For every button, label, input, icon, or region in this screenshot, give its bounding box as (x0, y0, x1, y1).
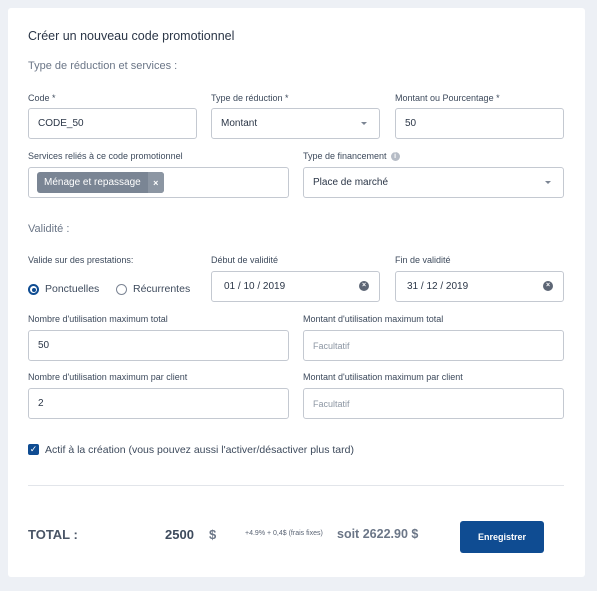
radio-ponctuelles-label[interactable]: Ponctuelles (45, 283, 99, 295)
total-value: 2500 (165, 527, 194, 542)
financing-label: Type de financement i (303, 151, 400, 162)
amount-label: Montant ou Pourcentage * (395, 93, 500, 103)
radio-recurrentes[interactable] (116, 284, 127, 295)
clear-icon[interactable]: × (543, 281, 553, 291)
code-value: CODE_50 (38, 118, 84, 129)
grand-total: soit 2622.90 $ (337, 527, 418, 541)
total-label: TOTAL : (28, 527, 78, 542)
save-button[interactable]: Enregistrer (460, 521, 544, 553)
end-date-input[interactable]: 31 / 12 / 2019 × (395, 271, 564, 302)
end-date-label: Fin de validité (395, 255, 451, 265)
max-amount-total-label: Montant d'utilisation maximum total (303, 314, 444, 324)
info-icon[interactable]: i (390, 152, 400, 162)
radio-ponctuelles[interactable] (28, 284, 39, 295)
max-uses-total-value: 50 (38, 340, 50, 351)
form-title: Créer un nouveau code promotionnel (28, 29, 235, 43)
active-checkbox[interactable]: ✓ (28, 444, 39, 455)
section-validity-title: Validité : (28, 223, 70, 235)
section-discount-title: Type de réduction et services : (28, 60, 178, 72)
clear-icon[interactable]: × (359, 281, 369, 291)
service-chip: Ménage et repassage × (37, 172, 164, 193)
max-uses-total-input[interactable]: 50 (28, 330, 289, 361)
active-checkbox-label[interactable]: Actif à la création (vous pouvez aussi l… (45, 444, 354, 456)
start-date-value: 01 / 10 / 2019 (224, 281, 286, 292)
divider (28, 485, 564, 486)
chip-close-icon[interactable]: × (147, 172, 164, 193)
discount-type-value: Montant (221, 118, 258, 129)
soit-text: soit (337, 527, 360, 541)
max-uses-client-label: Nombre d'utilisation maximum par client (28, 372, 188, 382)
start-date-input[interactable]: 01 / 10 / 2019 × (211, 271, 380, 302)
discount-type-label: Type de réduction * (211, 93, 289, 103)
max-amount-total-placeholder: Facultatif (313, 340, 350, 351)
total-currency: $ (209, 527, 217, 542)
code-input[interactable]: CODE_50 (28, 108, 197, 139)
service-chip-label: Ménage et repassage (44, 177, 141, 188)
fees-note: +4.9% + 0,4$ (frais fixes) (245, 530, 323, 537)
start-date-label: Début de validité (211, 255, 279, 265)
chevron-down-icon (545, 181, 551, 184)
amount-input[interactable]: 50 (395, 108, 564, 139)
applies-to-label: Valide sur des prestations: (28, 255, 134, 265)
end-date-value: 31 / 12 / 2019 (407, 281, 469, 292)
max-amount-client-placeholder: Facultatif (313, 398, 350, 409)
services-label: Services reliés à ce code promotionnel (28, 151, 183, 161)
financing-select[interactable]: Place de marché (303, 167, 564, 198)
max-uses-client-input[interactable]: 2 (28, 388, 289, 419)
radio-recurrentes-label[interactable]: Récurrentes (133, 283, 190, 295)
promo-code-form: Créer un nouveau code promotionnel Type … (8, 8, 585, 577)
amount-value: 50 (405, 118, 417, 129)
grand-total-value: 2622.90 $ (362, 527, 419, 541)
max-amount-total-input[interactable]: Facultatif (303, 330, 564, 361)
max-uses-total-label: Nombre d'utilisation maximum total (28, 314, 168, 324)
max-amount-client-label: Montant d'utilisation maximum par client (303, 372, 463, 382)
financing-value: Place de marché (313, 177, 389, 188)
chevron-down-icon (361, 122, 367, 125)
max-amount-client-input[interactable]: Facultatif (303, 388, 564, 419)
discount-type-select[interactable]: Montant (211, 108, 380, 139)
code-label: Code * (28, 93, 56, 103)
max-uses-client-value: 2 (38, 398, 44, 409)
services-multiselect[interactable]: Ménage et repassage × (28, 167, 289, 198)
